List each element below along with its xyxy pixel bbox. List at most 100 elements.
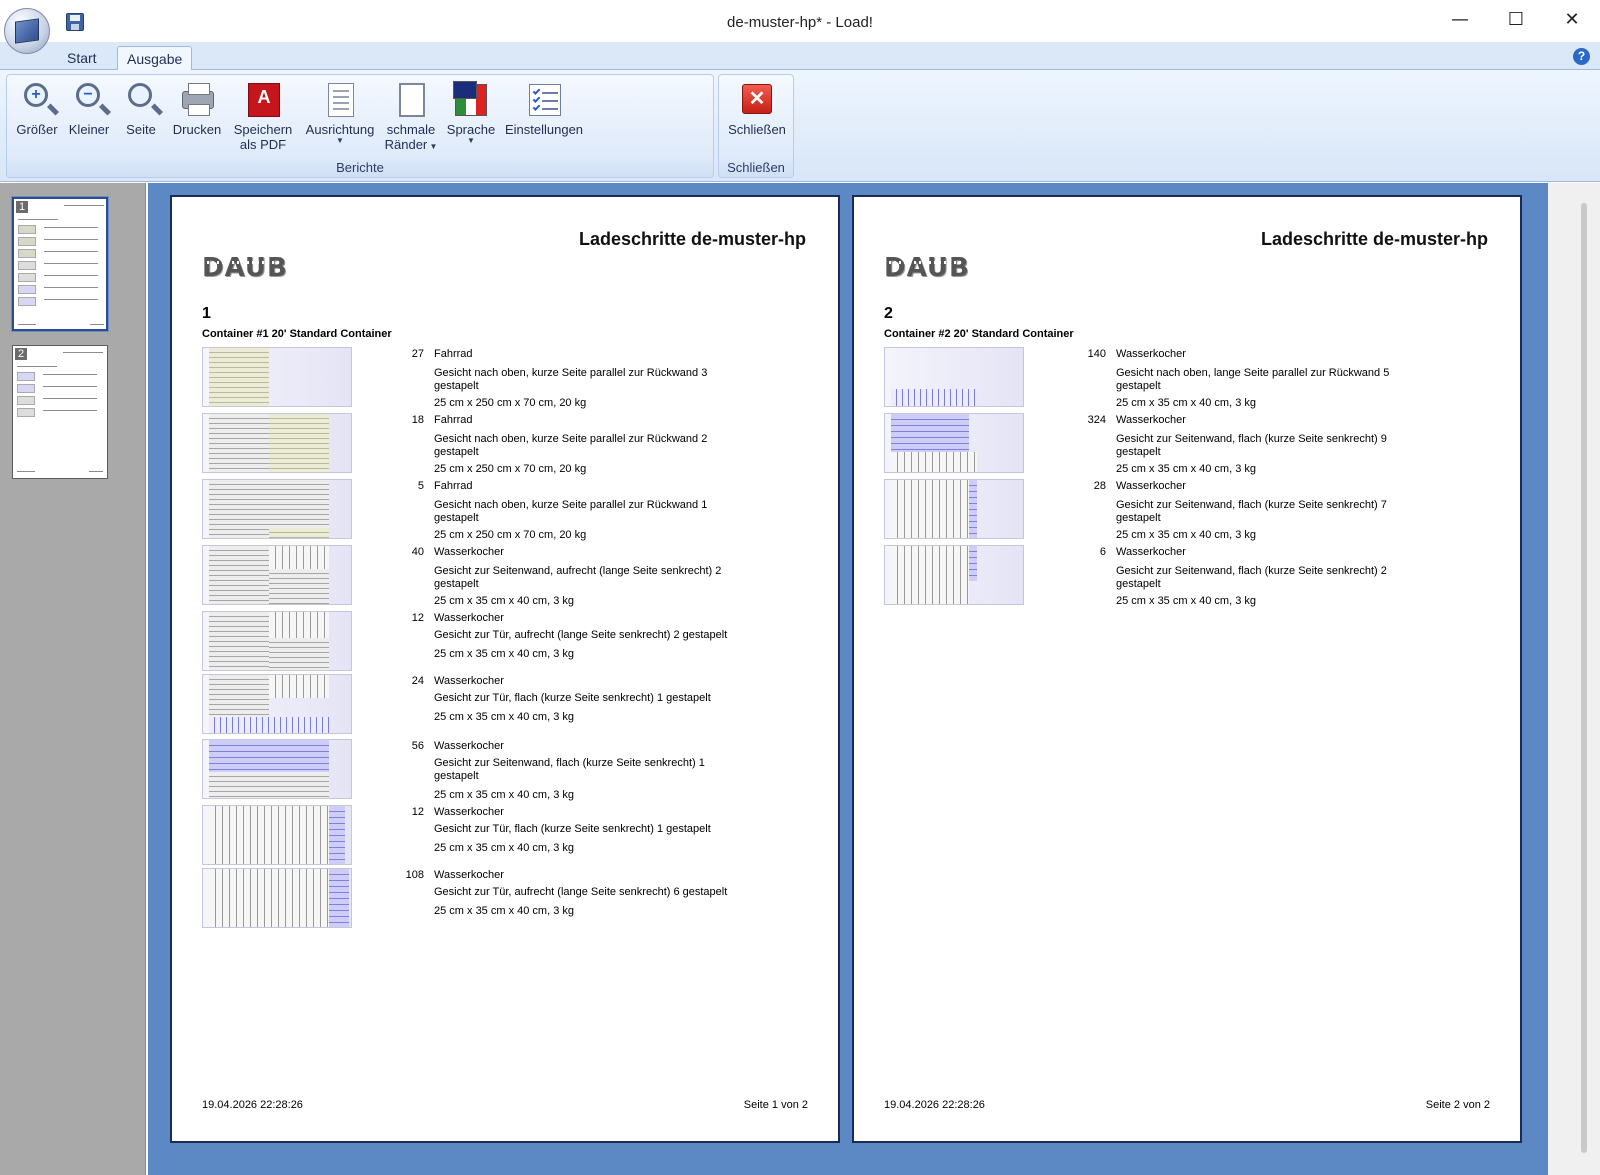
row-name: Fahrrad (434, 480, 473, 492)
loading-diagram (884, 545, 1024, 605)
zoom-in-button[interactable]: + Größer (13, 79, 61, 157)
help-icon[interactable]: ? (1573, 48, 1590, 65)
loading-diagram (884, 479, 1024, 539)
load-step-row: 5 Fahrrad Gesicht nach oben, kurze Seite… (202, 479, 802, 545)
row-dimensions: 25 cm x 35 cm x 40 cm, 3 kg (434, 842, 574, 854)
container-title: Container #1 20' Standard Container (202, 328, 392, 340)
load-step-row: 56 Wasserkocher Gesicht zur Seitenwand, … (202, 739, 802, 805)
load-step-row: 324 Wasserkocher Gesicht zur Seitenwand,… (884, 413, 1484, 479)
group-label-berichte: Berichte (336, 160, 384, 175)
load-step-row: 24 Wasserkocher Gesicht zur Tür, flach (… (202, 674, 802, 740)
title-bar: de-muster-hp* - Load! — ☐ ✕ (0, 0, 1600, 42)
tab-start[interactable]: Start (58, 46, 106, 71)
row-qty: 28 (1093, 480, 1106, 492)
zoom-out-icon: − (71, 81, 107, 119)
group-label-schliessen: Schließen (727, 160, 785, 175)
window-title: de-muster-hp* - Load! (727, 14, 873, 31)
close-report-button[interactable]: ✕ Schließen (723, 79, 791, 157)
orientation-icon (322, 81, 358, 119)
close-window-button[interactable]: ✕ (1552, 6, 1592, 34)
zoom-out-button[interactable]: − Kleiner (65, 79, 113, 157)
orientation-label: Ausrichtung (305, 122, 375, 137)
load-step-row: 140 Wasserkocher Gesicht nach oben, lang… (884, 347, 1484, 413)
save-pdf-label-1: Speichern (233, 122, 293, 137)
margins-label-1: schmale (386, 122, 436, 137)
report-title: Ladeschritte de-muster-hp (578, 229, 806, 249)
row-qty: 108 (405, 869, 424, 881)
load-step-row: 28 Wasserkocher Gesicht zur Seitenwand, … (884, 479, 1484, 545)
row-orientation: Gesicht zur Seitenwand, aufrecht (lange … (434, 565, 722, 590)
row-dimensions: 25 cm x 250 cm x 70 cm, 20 kg (434, 397, 587, 409)
report-viewer[interactable]: Ladeschritte de-muster-hp DAUB 1 Contain… (148, 183, 1548, 1175)
row-dimensions: 25 cm x 35 cm x 40 cm, 3 kg (434, 648, 574, 660)
margins-icon (393, 81, 429, 119)
row-name: Fahrrad (434, 414, 473, 426)
row-dimensions: 25 cm x 35 cm x 40 cm, 3 kg (434, 905, 574, 917)
save-pdf-label-2: als PDF (239, 137, 287, 152)
tab-ausgabe[interactable]: Ausgabe (117, 46, 193, 72)
step-number: 2 (884, 305, 893, 322)
row-name: Wasserkocher (1116, 414, 1186, 426)
row-orientation: Gesicht zur Tür, flach (kurze Seite senk… (434, 692, 711, 704)
row-dimensions: 25 cm x 35 cm x 40 cm, 3 kg (434, 789, 574, 801)
flag-icon (453, 81, 489, 119)
row-name: Wasserkocher (434, 869, 504, 881)
page-view-button[interactable]: Seite (117, 79, 165, 157)
daub-logo: DAUB (884, 253, 970, 283)
load-step-row: 40 Wasserkocher Gesicht zur Seitenwand, … (202, 545, 802, 611)
row-name: Wasserkocher (1116, 480, 1186, 492)
save-pdf-button[interactable]: A Speichern als PDF (231, 79, 295, 157)
row-name: Wasserkocher (434, 740, 504, 752)
row-dimensions: 25 cm x 250 cm x 70 cm, 20 kg (434, 529, 587, 541)
minimize-button[interactable]: — (1440, 6, 1480, 34)
row-name: Wasserkocher (434, 546, 504, 558)
row-qty: 140 (1087, 348, 1106, 360)
row-qty: 40 (411, 546, 424, 558)
print-label: Drucken (172, 122, 222, 137)
language-button[interactable]: Sprache ▼ (443, 79, 499, 157)
row-qty: 18 (411, 414, 424, 426)
row-orientation: Gesicht nach oben, kurze Seite parallel … (434, 433, 708, 458)
row-name: Wasserkocher (434, 675, 504, 687)
load-step-row: 18 Fahrrad Gesicht nach oben, kurze Seit… (202, 413, 802, 479)
thumbnail-page-2[interactable]: 2 (12, 345, 108, 479)
vertical-scrollbar[interactable] (1548, 183, 1600, 1175)
orientation-button[interactable]: Ausrichtung ▼ (301, 79, 379, 157)
row-dimensions: 25 cm x 250 cm x 70 cm, 20 kg (434, 463, 587, 475)
zoom-in-label: Größer (16, 122, 58, 137)
scroll-track[interactable] (1581, 203, 1587, 1153)
row-qty: 12 (411, 612, 424, 624)
row-dimensions: 25 cm x 35 cm x 40 cm, 3 kg (1116, 397, 1256, 409)
loading-diagram (884, 413, 1024, 473)
maximize-button[interactable]: ☐ (1496, 6, 1536, 34)
row-dimensions: 25 cm x 35 cm x 40 cm, 3 kg (1116, 529, 1256, 541)
margins-label-2: Ränder (384, 137, 428, 152)
footer-date: 19.04.2026 22:28:26 (884, 1099, 985, 1111)
report-page-1: Ladeschritte de-muster-hp DAUB 1 Contain… (170, 195, 840, 1143)
settings-button[interactable]: Einstellungen (501, 79, 587, 157)
daub-logo: DAUB (202, 253, 288, 283)
footer-page-number: Seite 1 von 2 (743, 1099, 808, 1111)
thumbnail-page-1[interactable]: 1 (12, 197, 108, 331)
chevron-down-icon: ▼ (427, 142, 438, 151)
loading-diagram (202, 545, 352, 605)
thumbnail-number: 1 (16, 201, 29, 213)
report-page-2: Ladeschritte de-muster-hp DAUB 2 Contain… (852, 195, 1522, 1143)
loading-diagram (202, 347, 352, 407)
chevron-down-icon: ▼ (336, 136, 344, 145)
ribbon-tabs: Start Ausgabe ? (0, 42, 1600, 72)
loading-diagram (202, 674, 352, 734)
footer-date: 19.04.2026 22:28:26 (202, 1099, 303, 1111)
app-orb-icon[interactable] (4, 8, 50, 54)
print-button[interactable]: Drucken (169, 79, 225, 157)
language-label: Sprache (446, 122, 496, 137)
load-step-row: 27 Fahrrad Gesicht nach oben, kurze Seit… (202, 347, 802, 413)
load-step-row: 108 Wasserkocher Gesicht zur Tür, aufrec… (202, 868, 802, 934)
margins-button[interactable]: schmale Ränder ▼ (383, 79, 439, 157)
row-orientation: Gesicht nach oben, kurze Seite parallel … (434, 367, 708, 392)
loading-diagram (884, 347, 1024, 407)
printer-icon (179, 81, 215, 119)
magnifier-icon (123, 81, 159, 119)
row-qty: 12 (411, 806, 424, 818)
row-orientation: Gesicht nach oben, kurze Seite parallel … (434, 499, 708, 524)
